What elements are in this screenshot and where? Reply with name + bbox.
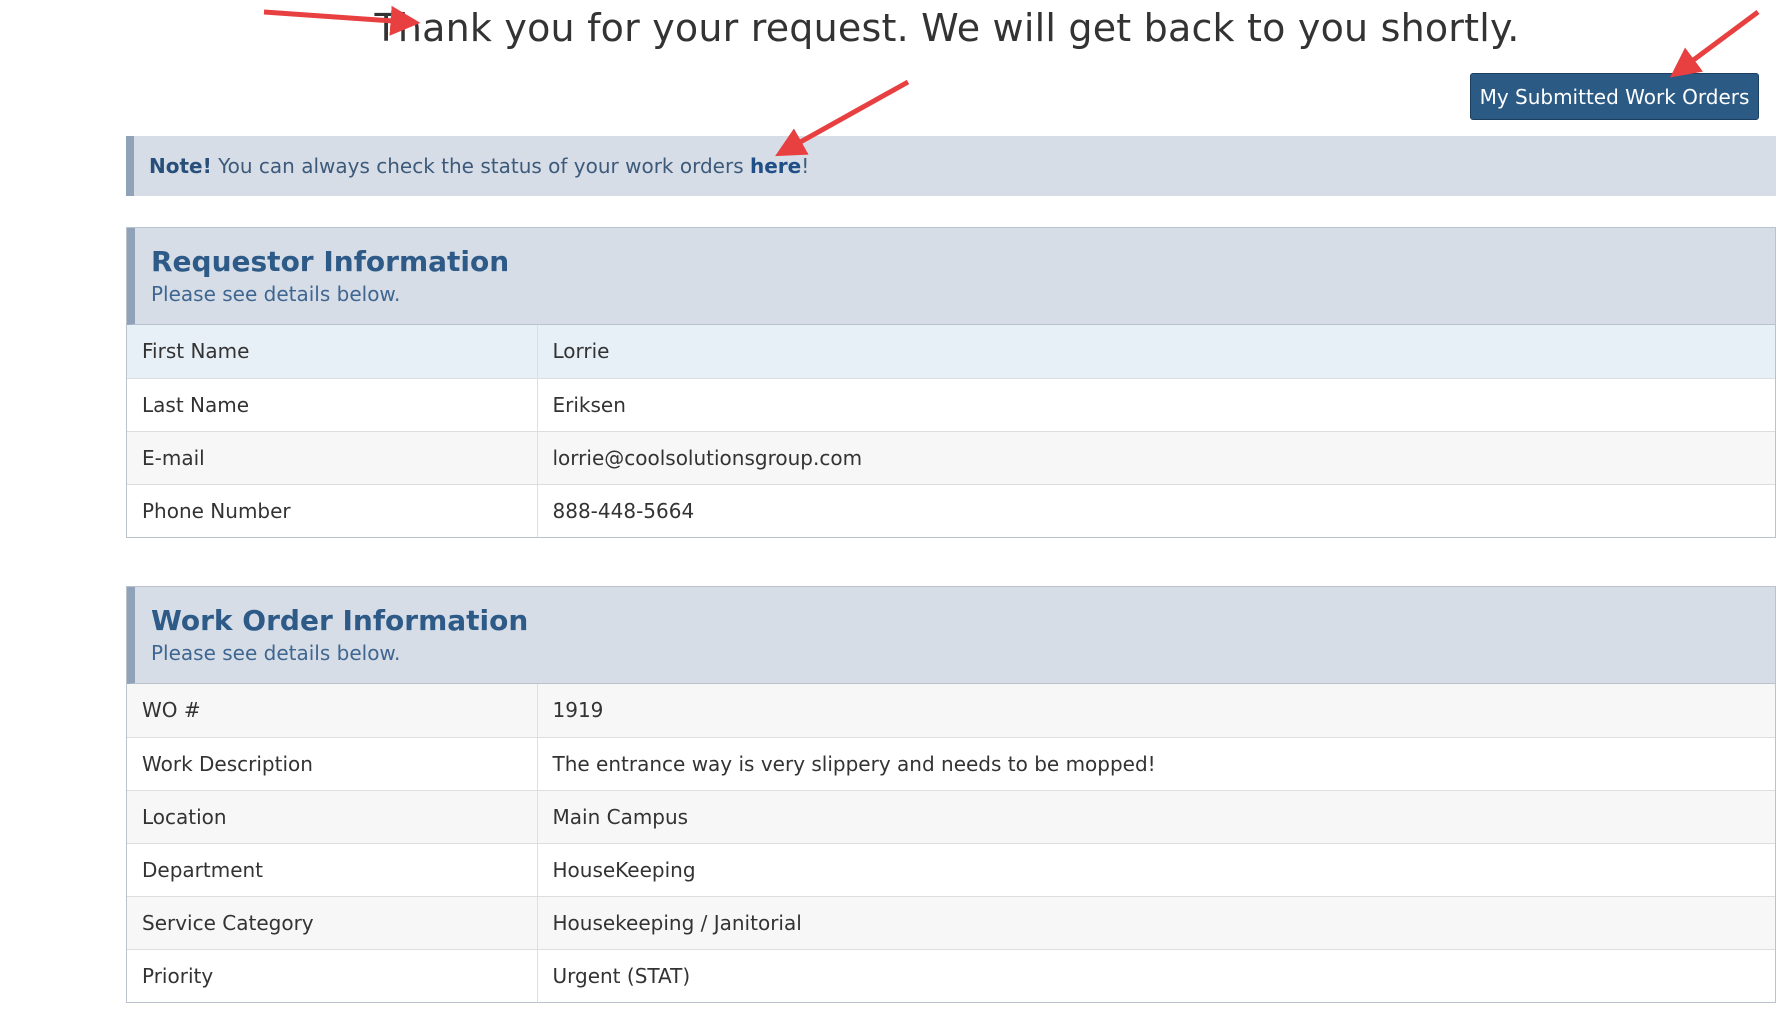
row-value: Lorrie	[537, 325, 1775, 378]
requestor-title: Requestor Information	[151, 245, 510, 278]
requestor-panel-header: Requestor Information Please see details…	[127, 228, 1775, 325]
table-row: Last Name Eriksen	[127, 377, 1775, 431]
row-label: Department	[127, 842, 538, 896]
table-row: First Name Lorrie	[127, 325, 1775, 378]
status-here-link[interactable]: here	[750, 154, 801, 178]
page: Thank you for your request. We will get …	[0, 0, 1792, 1023]
row-value: Housekeeping / Janitorial	[537, 895, 1775, 949]
note-strong: Note!	[149, 154, 212, 178]
work-order-panel: Work Order Information Please see detail…	[126, 586, 1776, 1003]
row-label: Priority	[127, 948, 538, 1002]
row-label: First Name	[127, 325, 538, 378]
row-value: Eriksen	[537, 377, 1775, 431]
row-value: HouseKeeping	[537, 842, 1775, 896]
table-row: Service Category Housekeeping / Janitori…	[127, 895, 1775, 949]
row-label: E-mail	[127, 430, 538, 484]
row-value: The entrance way is very slippery and ne…	[537, 736, 1775, 790]
work-order-panel-header: Work Order Information Please see detail…	[127, 587, 1775, 684]
note-alert: Note! You can always check the status of…	[126, 136, 1776, 196]
note-suffix: !	[801, 154, 810, 178]
table-row: Department HouseKeeping	[127, 842, 1775, 896]
requestor-subtitle: Please see details below.	[151, 282, 401, 306]
my-submitted-work-orders-button[interactable]: My Submitted Work Orders	[1470, 73, 1759, 120]
row-label: Last Name	[127, 377, 538, 431]
table-row: E-mail lorrie@coolsolutionsgroup.com	[127, 430, 1775, 484]
work-order-subtitle: Please see details below.	[151, 641, 401, 665]
note-text: You can always check the status of your …	[211, 154, 750, 178]
table-row: Location Main Campus	[127, 789, 1775, 843]
headline-text: Thank you for your request. We will get …	[374, 6, 1520, 50]
row-value: lorrie@coolsolutionsgroup.com	[537, 430, 1775, 484]
work-order-title: Work Order Information	[151, 604, 529, 637]
row-label: Location	[127, 789, 538, 843]
row-label: Service Category	[127, 895, 538, 949]
table-row: Priority Urgent (STAT)	[127, 948, 1775, 1002]
confirmation-headline: Thank you for your request. We will get …	[0, 6, 1792, 50]
row-value: Urgent (STAT)	[537, 948, 1775, 1002]
table-row: Work Description The entrance way is ver…	[127, 736, 1775, 790]
row-value: 1919	[537, 684, 1775, 737]
work-order-table: WO # 1919 Work Description The entrance …	[127, 684, 1775, 1002]
row-value: Main Campus	[537, 789, 1775, 843]
requestor-table: First Name Lorrie Last Name Eriksen E-ma…	[127, 325, 1775, 537]
row-label: WO #	[127, 684, 538, 737]
table-row: Phone Number 888-448-5664	[127, 483, 1775, 537]
row-label: Work Description	[127, 736, 538, 790]
row-value: 888-448-5664	[537, 483, 1775, 537]
table-row: WO # 1919	[127, 684, 1775, 737]
row-label: Phone Number	[127, 483, 538, 537]
requestor-panel: Requestor Information Please see details…	[126, 227, 1776, 538]
